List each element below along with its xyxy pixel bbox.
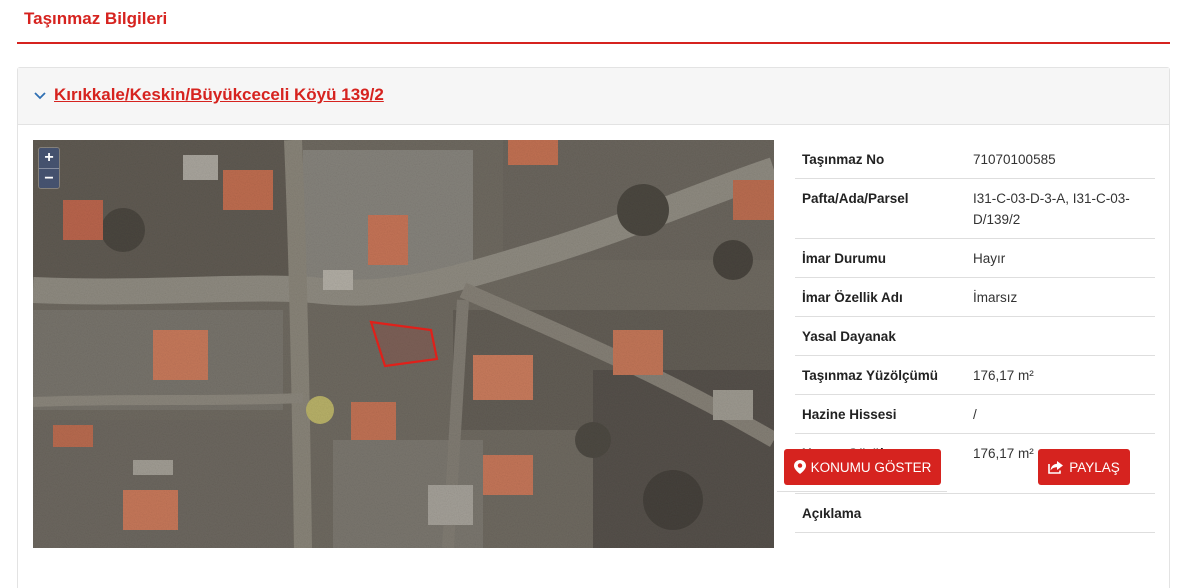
map-marker-icon	[793, 460, 806, 474]
zoom-control: + −	[38, 147, 60, 189]
action-buttons: KONUMU GÖSTER PAYLAŞ	[777, 449, 1134, 492]
detail-row: Pafta/Ada/Parsel I31-C-03-D-3-A, I31-C-0…	[795, 178, 1155, 239]
zoom-out-button[interactable]: −	[39, 168, 59, 188]
detail-label: Taşınmaz Yüzölçümü	[795, 355, 966, 395]
chevron-down-icon[interactable]	[33, 88, 47, 102]
detail-label: Pafta/Ada/Parsel	[795, 178, 966, 239]
divider	[777, 491, 947, 492]
detail-value: /	[966, 394, 1155, 434]
detail-row: İmar Durumu Hayır	[795, 238, 1155, 278]
detail-label: İmar Özellik Adı	[795, 277, 966, 317]
detail-label: İmar Durumu	[795, 238, 966, 278]
property-panel: Kırıkkale/Keskin/Büyükceceli Köyü 139/2	[17, 67, 1170, 588]
map-imagery	[33, 140, 774, 548]
page-title: Taşınmaz Bilgileri	[24, 9, 168, 28]
detail-value	[966, 493, 1155, 533]
detail-row: Taşınmaz Yüzölçümü 176,17 m²	[795, 355, 1155, 395]
satellite-map[interactable]: + −	[33, 140, 774, 548]
detail-label: Hazine Hissesi	[795, 394, 966, 434]
zoom-in-button[interactable]: +	[39, 148, 59, 168]
share-label: PAYLAŞ	[1069, 459, 1120, 475]
detail-value: İmarsız	[966, 277, 1155, 317]
detail-value	[966, 316, 1155, 356]
detail-label: Yasal Dayanak	[795, 316, 966, 356]
detail-label: Açıklama	[795, 493, 966, 533]
detail-row: Hazine Hissesi /	[795, 394, 1155, 434]
page-header: Taşınmaz Bilgileri	[17, 0, 1170, 44]
show-location-label: KONUMU GÖSTER	[810, 459, 932, 475]
property-location-link[interactable]: Kırıkkale/Keskin/Büyükceceli Köyü 139/2	[54, 85, 384, 105]
show-location-button[interactable]: KONUMU GÖSTER	[784, 449, 941, 485]
share-icon	[1048, 461, 1064, 474]
detail-row: Açıklama	[795, 493, 1155, 533]
panel-heading[interactable]: Kırıkkale/Keskin/Büyükceceli Köyü 139/2	[18, 68, 1169, 125]
detail-value: 71070100585	[966, 140, 1155, 179]
detail-row: Yasal Dayanak	[795, 316, 1155, 356]
share-button[interactable]: PAYLAŞ	[1038, 449, 1130, 485]
detail-value: 176,17 m²	[966, 355, 1155, 395]
detail-row: Taşınmaz No 71070100585	[795, 140, 1155, 179]
detail-value: I31-C-03-D-3-A, I31-C-03-D/139/2	[966, 178, 1155, 239]
detail-value: Hayır	[966, 238, 1155, 278]
detail-label: Taşınmaz No	[795, 140, 966, 179]
detail-row: İmar Özellik Adı İmarsız	[795, 277, 1155, 317]
